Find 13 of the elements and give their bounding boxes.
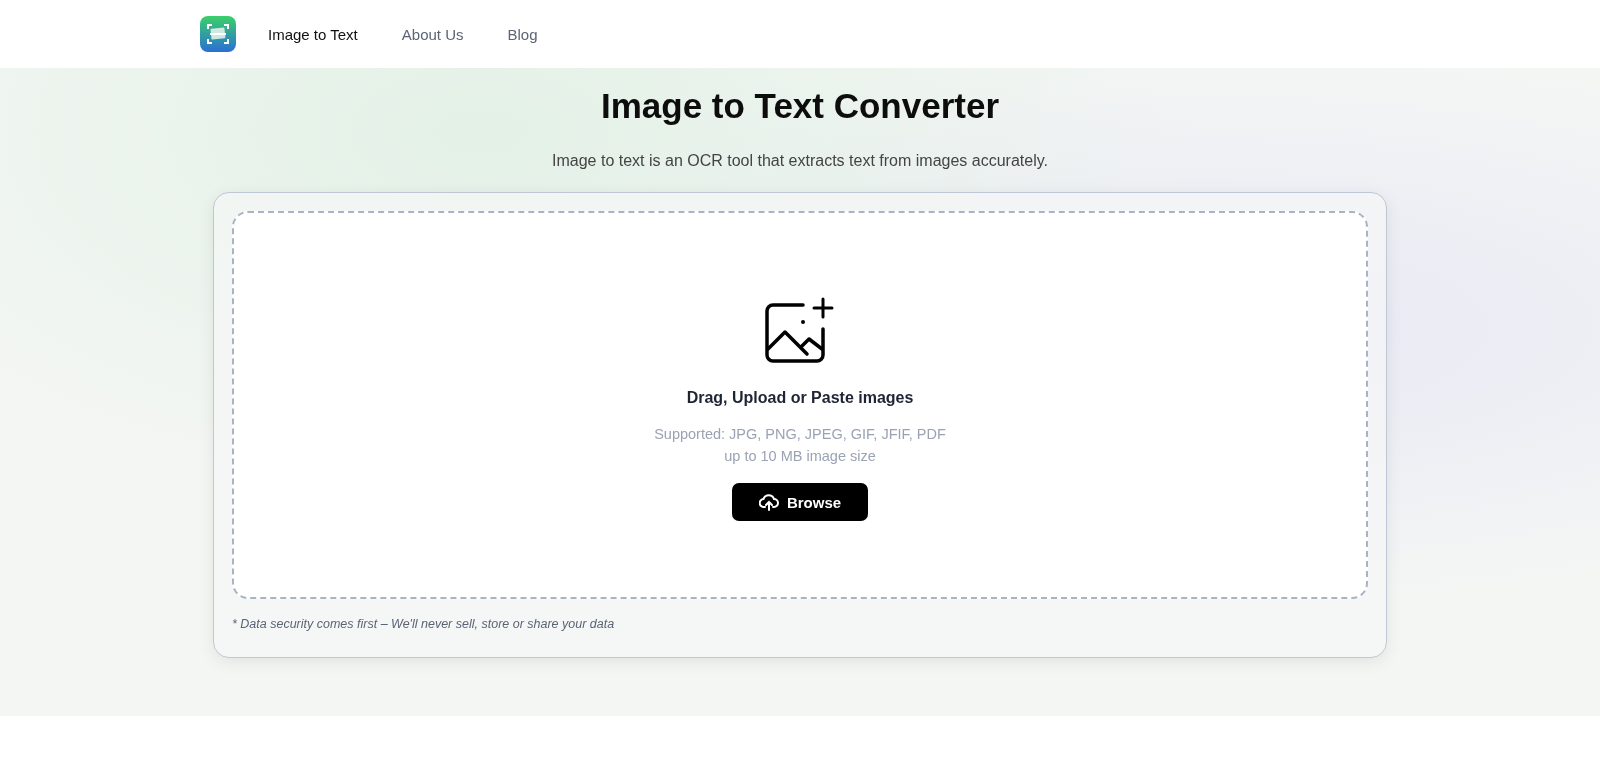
drop-zone[interactable]: Drag, Upload or Paste images Supported: JPG, PNG, JPEG, GIF, JFIF, PDF up to 10 MB image size Browse [232, 211, 1368, 599]
nav-link[interactable]: About Us [401, 25, 464, 43]
upload-heading: Drag, Upload or Paste images [686, 389, 914, 407]
logo-icon[interactable] [200, 16, 236, 52]
nav-link[interactable]: Blog [507, 25, 538, 43]
page-subtitle: Image to text is an OCR tool that extracts text from images accurately. [552, 152, 1048, 170]
size-limit: up to 10 MB image size [724, 447, 876, 466]
cloud-upload-icon [758, 493, 779, 511]
browse-button[interactable]: Browse [732, 483, 868, 521]
security-note: * Data security comes first – We'll never sell, store or share your data [232, 617, 616, 631]
page-title: Image to Text Converter [600, 86, 1000, 126]
nav-link[interactable]: Image to Text [268, 25, 358, 43]
supported-formats: Supported: JPG, PNG, JPEG, GIF, JFIF, PDF [654, 425, 946, 444]
